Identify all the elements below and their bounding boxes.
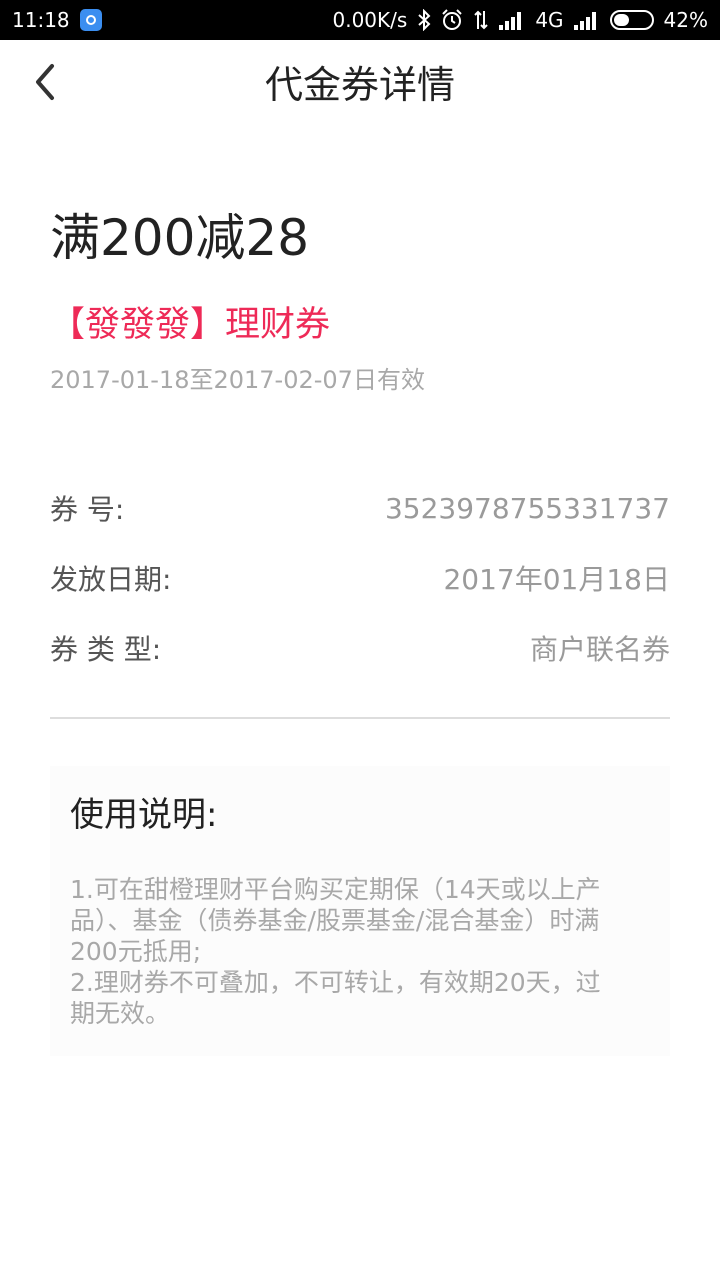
header: 代金券详情 — [0, 40, 720, 132]
detail-row-coupon-type: 券 类 型: 商户联名券 — [50, 628, 670, 668]
divider — [50, 717, 670, 719]
network-speed: 0.00K/s — [332, 8, 408, 32]
detail-value: 商户联名券 — [529, 633, 670, 666]
status-time: 11:18 — [12, 8, 70, 32]
detail-value: 3523978755331737 — [384, 491, 670, 525]
usage-line: 2.理财券不可叠加，不可转让，有效期20天，过期无效。 — [70, 968, 601, 1028]
battery-icon — [609, 10, 654, 30]
bluetooth-icon — [417, 9, 431, 31]
coupon-validity: 2017-01-18至2017-02-07日有效 — [50, 366, 425, 394]
alarm-icon — [441, 9, 463, 31]
data-transfer-icon — [473, 9, 489, 31]
status-bar-right: 0.00K/s 4G 42% — [333, 0, 709, 40]
network-type: 4G — [535, 8, 564, 32]
detail-value: 2017年01月18日 — [443, 563, 670, 596]
status-bar: 11:18 0.00K/s 4G 42% — [0, 0, 720, 40]
page-title: 代金券详情 — [264, 63, 455, 107]
detail-row-issue-date: 发放日期: 2017年01月18日 — [50, 558, 670, 598]
detail-label: 券 号: — [50, 493, 125, 526]
detail-label: 发放日期: — [50, 563, 172, 596]
usage-text: 1.可在甜橙理财平台购买定期保（14天或以上产品）、基金（债券基金/股票基金/混… — [70, 874, 615, 1029]
usage-instructions: 使用说明: 1.可在甜橙理财平台购买定期保（14天或以上产品）、基金（债券基金/… — [50, 766, 670, 1056]
coupon-name: 【發發發】理财券 — [50, 305, 331, 345]
signal-icon — [499, 10, 525, 30]
coupon-amount: 满200减28 — [50, 209, 310, 267]
signal-icon — [573, 10, 600, 30]
usage-line: 1.可在甜橙理财平台购买定期保（14天或以上产品）、基金（债券基金/股票基金/混… — [70, 875, 601, 966]
battery-percent: 42% — [663, 8, 708, 32]
detail-row-coupon-number: 券 号: 3523978755331737 — [50, 488, 670, 528]
usage-title: 使用说明: — [70, 795, 218, 835]
app-badge-icon — [79, 9, 102, 31]
status-bar-left: 11:18 — [12, 0, 102, 40]
detail-label: 券 类 型: — [50, 633, 162, 666]
